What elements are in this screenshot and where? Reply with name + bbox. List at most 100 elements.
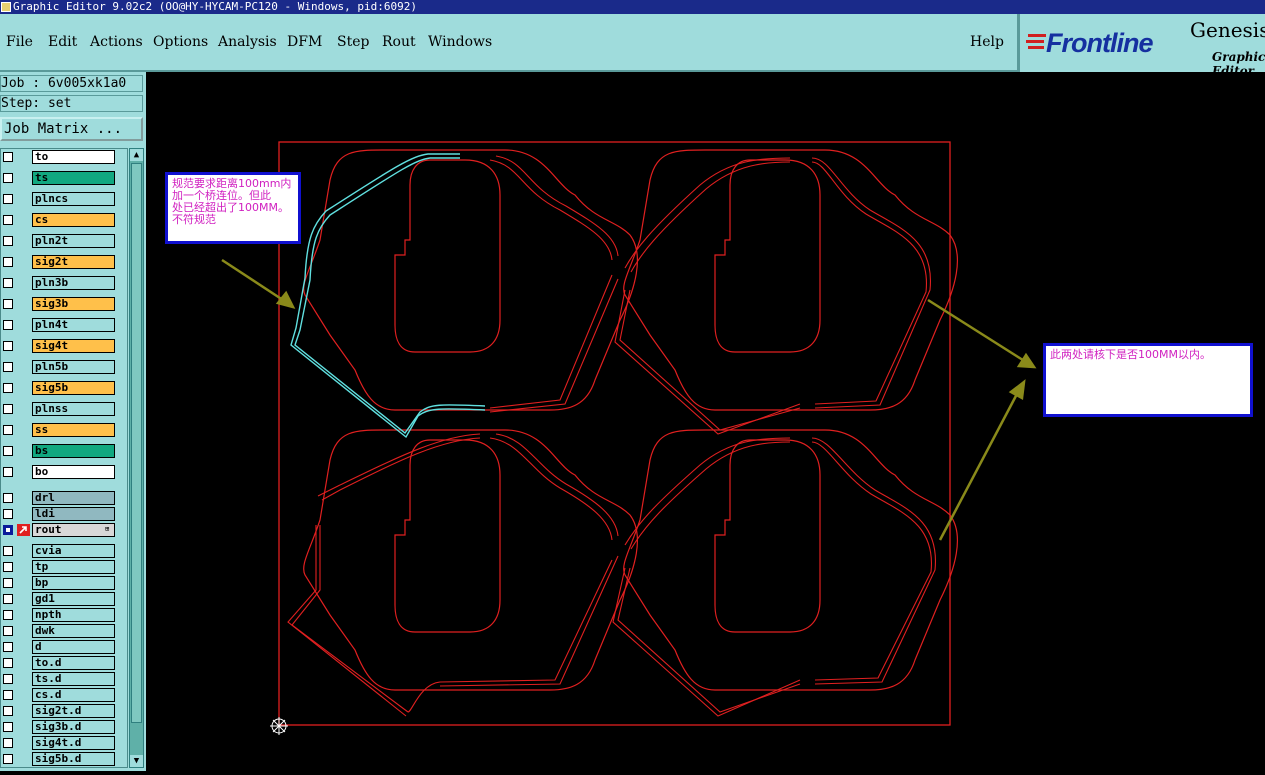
layer-row-sig5b-d[interactable]: sig5b.d	[1, 752, 127, 766]
layer-row-dwk[interactable]: dwk	[1, 624, 127, 638]
layer-row-sig5b[interactable]: sig5b	[1, 381, 127, 395]
layer-name[interactable]: bp	[32, 576, 115, 590]
layer-visibility-checkbox[interactable]	[3, 383, 13, 393]
job-matrix-button[interactable]: Job Matrix ...	[0, 117, 143, 141]
layer-row-ldi[interactable]: ldi	[1, 507, 127, 521]
layer-visibility-checkbox[interactable]	[3, 236, 13, 246]
layer-visibility-checkbox[interactable]	[3, 320, 13, 330]
panel-piece-top-left[interactable]	[303, 149, 639, 411]
layer-visibility-checkbox[interactable]	[3, 278, 13, 288]
layer-row-gd1[interactable]: gd1	[1, 592, 127, 606]
layer-row-tp[interactable]: tp	[1, 560, 127, 574]
panel-piece-top-right[interactable]	[623, 149, 959, 411]
layer-name[interactable]: cs	[32, 213, 115, 227]
layer-row-sig3b-d[interactable]: sig3b.d	[1, 720, 127, 734]
layer-name[interactable]: tp	[32, 560, 115, 574]
menu-actions[interactable]: Actions	[90, 34, 143, 50]
layer-name[interactable]: cvia	[32, 544, 115, 558]
menu-windows[interactable]: Windows	[428, 34, 492, 50]
layer-row-cvia[interactable]: cvia	[1, 544, 127, 558]
layer-name[interactable]: to.d	[32, 656, 115, 670]
layer-visibility-checkbox[interactable]	[3, 362, 13, 372]
layer-row-sig2t[interactable]: sig2t	[1, 255, 127, 269]
layer-visibility-checkbox[interactable]	[3, 509, 13, 519]
layer-visibility-checkbox[interactable]	[3, 525, 13, 535]
layer-row-pln2t[interactable]: pln2t	[1, 234, 127, 248]
menu-file[interactable]: File	[6, 34, 33, 50]
layer-name[interactable]: sig5b	[32, 381, 115, 395]
layer-name[interactable]: sig4t	[32, 339, 115, 353]
layer-visibility-checkbox[interactable]	[3, 610, 13, 620]
layer-visibility-checkbox[interactable]	[3, 341, 13, 351]
layer-row-plnss[interactable]: plnss	[1, 402, 127, 416]
layer-row-ts-d[interactable]: ts.d	[1, 672, 127, 686]
layer-name[interactable]: ts.d	[32, 672, 115, 686]
menu-step[interactable]: Step	[337, 34, 369, 50]
layer-row-bs[interactable]: bs	[1, 444, 127, 458]
menu-help[interactable]: Help	[970, 34, 1004, 50]
layer-visibility-checkbox[interactable]	[3, 754, 13, 764]
layer-visibility-checkbox[interactable]	[3, 446, 13, 456]
layer-row-pln5b[interactable]: pln5b	[1, 360, 127, 374]
scroll-down-icon[interactable]: ▼	[130, 755, 143, 767]
layer-name[interactable]: gd1	[32, 592, 115, 606]
layer-visibility-checkbox[interactable]	[3, 425, 13, 435]
layer-name[interactable]: cs.d	[32, 688, 115, 702]
layer-name[interactable]: plnss	[32, 402, 115, 416]
graphic-canvas[interactable]: 规范要求距离100mm内 加一个桥连位。但此 处已经超出了100MM。 不符规范…	[146, 72, 1265, 771]
layer-name[interactable]: npth	[32, 608, 115, 622]
layer-visibility-checkbox[interactable]	[3, 299, 13, 309]
layer-row-cs-d[interactable]: cs.d	[1, 688, 127, 702]
layer-row-rout[interactable]: rout ⊞	[1, 523, 127, 537]
layer-name[interactable]: plncs	[32, 192, 115, 206]
menu-dfm[interactable]: DFM	[287, 34, 322, 50]
layer-row-bp[interactable]: bp	[1, 576, 127, 590]
menu-options[interactable]: Options	[153, 34, 208, 50]
layer-name[interactable]: bs	[32, 444, 115, 458]
layer-name[interactable]: sig3b	[32, 297, 115, 311]
layer-visibility-checkbox[interactable]	[3, 173, 13, 183]
layer-visibility-checkbox[interactable]	[3, 215, 13, 225]
layer-visibility-checkbox[interactable]	[3, 738, 13, 748]
layer-visibility-checkbox[interactable]	[3, 152, 13, 162]
scrollbar-thumb[interactable]	[131, 163, 142, 723]
layer-name[interactable]: sig2t	[32, 255, 115, 269]
layer-row-sig4t[interactable]: sig4t	[1, 339, 127, 353]
layer-row-ss[interactable]: ss	[1, 423, 127, 437]
layer-row-to-d[interactable]: to.d	[1, 656, 127, 670]
layer-name[interactable]: sig3b.d	[32, 720, 115, 734]
layer-list-scrollbar[interactable]: ▲ ▼	[129, 148, 144, 768]
layer-name[interactable]: drl	[32, 491, 115, 505]
layer-row-sig4t-d[interactable]: sig4t.d	[1, 736, 127, 750]
layer-row-npth[interactable]: npth	[1, 608, 127, 622]
layer-row-pln4t[interactable]: pln4t	[1, 318, 127, 332]
layer-visibility-checkbox[interactable]	[3, 690, 13, 700]
layer-name[interactable]: bo	[32, 465, 115, 479]
layer-name[interactable]: pln4t	[32, 318, 115, 332]
menu-analysis[interactable]: Analysis	[218, 34, 277, 50]
layer-visibility-checkbox[interactable]	[3, 546, 13, 556]
layer-visibility-checkbox[interactable]	[3, 658, 13, 668]
layer-name[interactable]: ldi	[32, 507, 115, 521]
layer-name[interactable]: to	[32, 150, 115, 164]
layer-name[interactable]: ss	[32, 423, 115, 437]
layer-visibility-checkbox[interactable]	[3, 493, 13, 503]
layer-name[interactable]: pln5b	[32, 360, 115, 374]
layer-visibility-checkbox[interactable]	[3, 562, 13, 572]
layer-name[interactable]: sig4t.d	[32, 736, 115, 750]
layer-visibility-checkbox[interactable]	[3, 257, 13, 267]
layer-expand-icon[interactable]: ⊞	[105, 525, 109, 533]
layer-row-pln3b[interactable]: pln3b	[1, 276, 127, 290]
layer-visibility-checkbox[interactable]	[3, 594, 13, 604]
selected-rout-segment[interactable]	[290, 153, 486, 439]
layer-visibility-checkbox[interactable]	[3, 722, 13, 732]
layer-visibility-checkbox[interactable]	[3, 194, 13, 204]
layer-row-to[interactable]: to	[1, 150, 127, 164]
menu-edit[interactable]: Edit	[48, 34, 77, 50]
layer-name[interactable]: pln2t	[32, 234, 115, 248]
menu-rout[interactable]: Rout	[382, 34, 416, 50]
layer-name[interactable]: dwk	[32, 624, 115, 638]
layer-row-d[interactable]: d	[1, 640, 127, 654]
layer-name[interactable]: rout	[32, 523, 115, 537]
layer-visibility-checkbox[interactable]	[3, 578, 13, 588]
